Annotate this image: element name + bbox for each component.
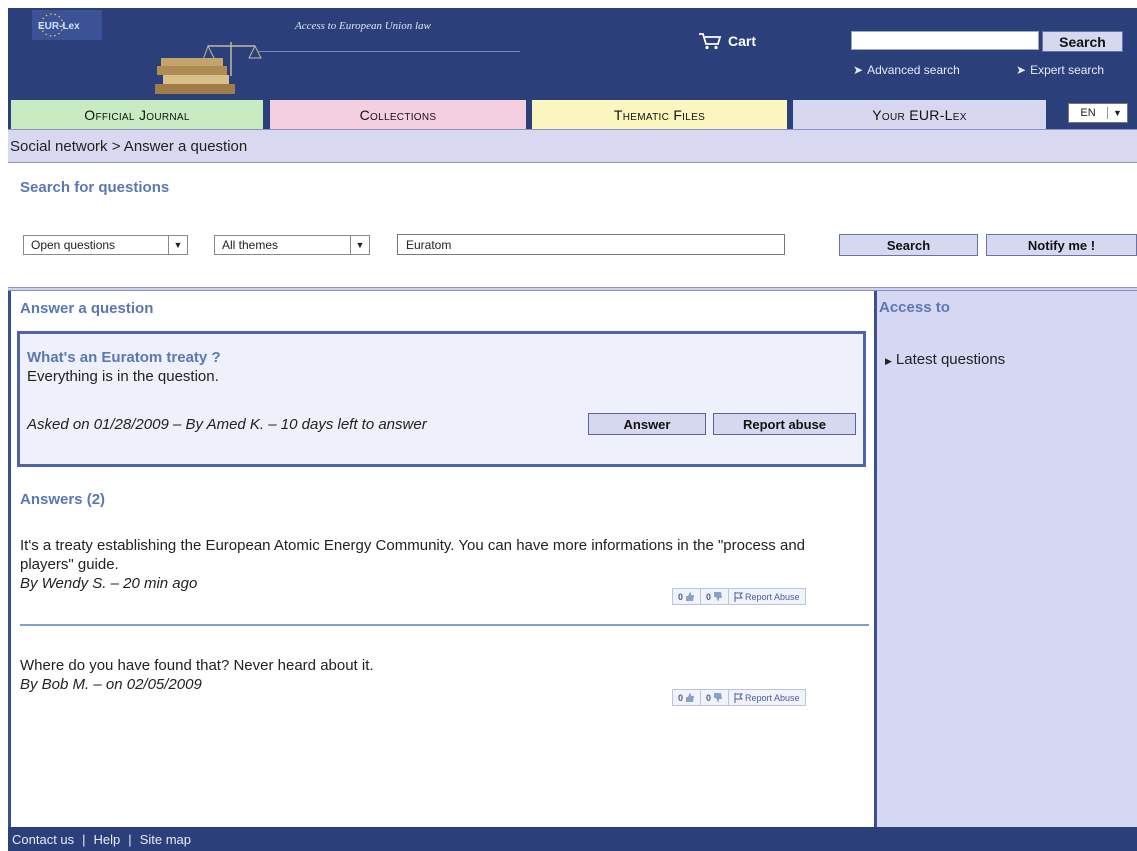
tagline-divider [258,51,520,52]
chevron-right-icon: ➤ [853,63,864,77]
tab-collections[interactable]: Collections [270,100,526,129]
thumbs-down-icon [714,693,723,702]
report-abuse-link[interactable]: Report Abuse [728,690,805,705]
question-search-input[interactable]: Euratom [397,234,785,255]
page: EUR-Lex Access to European Union law Car… [8,8,1137,851]
answer-button[interactable]: Answer [588,413,706,435]
books-scales-image [153,36,263,94]
notify-me-button[interactable]: Notify me ! [986,234,1137,256]
tab-thematic-files[interactable]: Thematic Files [532,100,787,129]
report-abuse-link[interactable]: Report Abuse [728,589,805,604]
language-value: EN [1069,107,1108,119]
thumbs-up-icon [686,693,695,702]
status-select[interactable]: Open questions ▼ [23,235,188,255]
site-map-link[interactable]: Site map [140,832,191,847]
svg-text:EUR-Lex: EUR-Lex [38,21,80,32]
tab-official-journal[interactable]: Official Journal [11,100,263,129]
help-link[interactable]: Help [94,832,121,847]
chevron-down-icon: ▼ [168,236,187,254]
footer-separator: | [82,831,86,847]
question-search-panel: Search for questions [8,163,1137,287]
cart-link[interactable]: Cart [698,32,756,50]
like-button[interactable]: 0 [673,589,700,604]
tab-your-eurlex[interactable]: Your EUR-Lex [793,100,1046,129]
flag-icon [734,591,744,602]
expert-search-link[interactable]: ➤ Expert search [1016,63,1104,77]
status-select-value: Open questions [31,238,116,252]
sidebar-title: Access to [879,299,950,316]
answer-text: It's a treaty establishing the European … [20,537,806,573]
cart-icon [699,33,722,50]
answer-separator [20,624,869,626]
report-abuse-button[interactable]: Report abuse [713,413,856,435]
like-button[interactable]: 0 [673,690,700,705]
question-card: What's an Euratom treaty ? Everything is… [17,331,866,467]
thumbs-up-icon [686,592,695,601]
question-body: Everything is in the question. [27,368,219,385]
theme-select-value: All themes [222,238,279,252]
answer-item: It's a treaty establishing the European … [20,536,820,593]
answer-vote-bar: 0 0 Report Abuse [672,588,806,605]
answer-section-title: Answer a question [20,300,154,317]
site-header: EUR-Lex Access to European Union law Car… [8,8,1137,96]
top-search-input[interactable] [851,31,1039,50]
sidebar-item-latest-questions[interactable]: ▶ Latest questions [885,351,1005,368]
search-questions-button[interactable]: Search [839,234,978,256]
chevron-down-icon: ▼ [350,236,369,254]
sidebar: Access to ▶ Latest questions [874,291,1137,827]
cart-label: Cart [728,33,757,49]
thumbs-down-icon [714,592,723,601]
main-nav: Official Journal Collections Thematic Fi… [8,96,1137,129]
dislike-button[interactable]: 0 [700,589,728,604]
search-section-title: Search for questions [20,179,170,196]
answer-vote-bar: 0 0 Report Abuse [672,689,806,706]
breadcrumb: Social network > Answer a question [8,129,1137,163]
language-select[interactable]: EN ▼ [1068,103,1128,123]
site-footer: Contact us | Help | Site map [8,827,1137,851]
answers-title: Answers (2) [20,491,106,508]
theme-select[interactable]: All themes ▼ [214,235,370,255]
question-meta: Asked on 01/28/2009 – By Amed K. – 10 da… [27,416,427,433]
eurlex-logo[interactable]: EUR-Lex [32,10,102,40]
chevron-right-icon: ➤ [1016,63,1027,77]
answer-text: Where do you have found that? Never hear… [20,657,374,674]
triangle-right-icon: ▶ [885,356,892,366]
contact-us-link[interactable]: Contact us [12,832,74,847]
site-tagline: Access to European Union law [295,20,431,32]
footer-separator: | [128,831,132,847]
question-title: What's an Euratom treaty ? [27,349,221,366]
chevron-down-icon: ▼ [1113,108,1122,118]
flag-icon [734,692,744,703]
advanced-search-link[interactable]: ➤ Advanced search [853,63,960,77]
dislike-button[interactable]: 0 [700,690,728,705]
main-content: Answer a question What's an Euratom trea… [8,291,874,827]
top-search-button[interactable]: Search [1042,31,1123,52]
